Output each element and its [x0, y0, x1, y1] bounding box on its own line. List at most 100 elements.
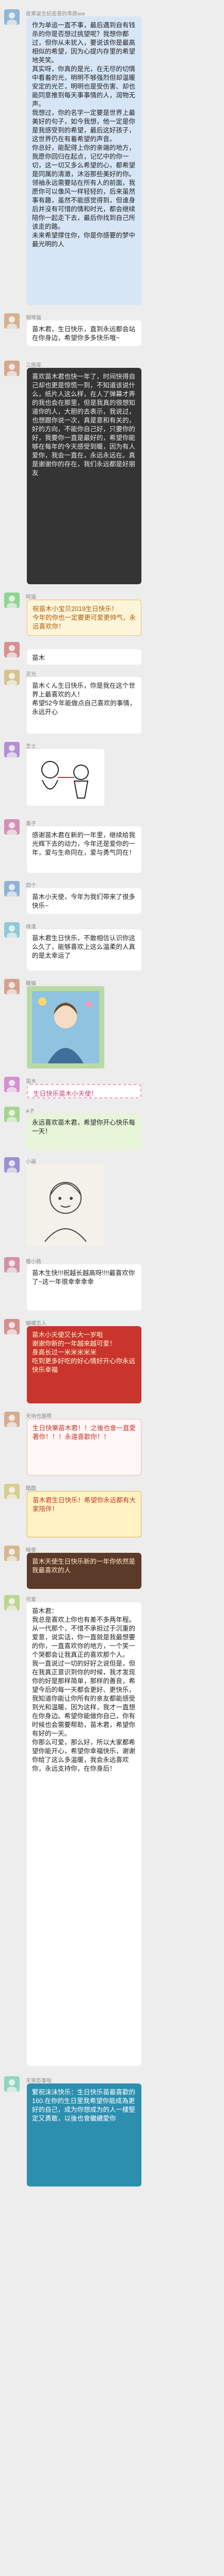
sender-nickname: 阿遥 — [26, 595, 36, 600]
chat-message: 天呐也面啊生日快樂苗木君！！之後也會一直愛著你！！！永遠喜歡你！！ — [0, 1412, 224, 1479]
message-text: 感谢苗木君在新的一年里，继续给我光辉下去的动力，今年还是爱你的一年，爱与生命同在… — [32, 832, 136, 856]
avatar-icon[interactable] — [4, 670, 20, 685]
message-bubble[interactable]: 生日快乐苗木小天使！ — [27, 1084, 141, 1098]
avatar-icon[interactable] — [4, 1077, 20, 1092]
message-text: 祝苗木小宝贝2019生日快乐！ 今年的你也一定要更可爱更帅气，永远喜欢你！ — [33, 605, 136, 630]
avatar-icon[interactable] — [4, 361, 20, 376]
chat-message: 苗木生日快乐苗木小天使！ — [0, 1077, 224, 1101]
hand-drawn-sketch[interactable] — [27, 749, 104, 806]
message-bubble[interactable]: 苗木君： 我总是喜欢上你也有差不多两年程。从一代那个，不惜不承担过于沉重的爱意，… — [27, 1602, 141, 2066]
chat-message: 小画 — [0, 1157, 224, 1250]
sender-nickname: 糖猫 — [26, 981, 36, 987]
chat-message: 阿遥祝苗木小宝贝2019生日快乐！ 今年的你也一定要更可爱更帅气，永远喜欢你！ — [0, 592, 224, 639]
sender-nickname: 四个 — [26, 883, 36, 889]
message-text: 生日快乐苗木小天使！ — [33, 1090, 98, 1097]
message-bubble[interactable]: 苗木生快!!!祝越长越高呀!!!!最喜欢你了~这一年很幸幸幸幸 — [27, 1264, 141, 1311]
message-bubble[interactable]: 感谢苗木君在新的一年里，继续给我光辉下去的动力，今年还是爱你的一年，爱与生命同在… — [27, 826, 141, 873]
sender-nickname: 钢琴猫 — [26, 315, 41, 321]
sender-nickname: 苗木 — [26, 1079, 36, 1084]
sender-nickname: 灵光 — [26, 672, 36, 677]
chat-message: 钢琴猫苗木君，生日快乐，直到永远都会站在你身边，希望你多多快乐哦~ — [0, 313, 224, 349]
chat-message: 灵光苗木くん生日快乐，你是我在这个世界上最喜欢的人！ 希望52今年能做点自己喜欢… — [0, 670, 224, 737]
message-bubble[interactable]: 苗木君生日快乐！希望你永远都有大家陪伴！ — [27, 1491, 141, 1537]
avatar-icon[interactable] — [4, 881, 20, 896]
chat-message: A子永远喜欢苗木君，希望你开心快乐每一天！ — [0, 1107, 224, 1153]
message-text: 作为单追一直不事，最后遇到自有钱杀的你是否想过挑望呢？我想你都过，但你从未犹入，… — [32, 22, 136, 248]
message-bubble[interactable]: 作为单追一直不事，最后遇到自有钱杀的你是否想过挑望呢？我想你都过，但你从未犹入，… — [27, 16, 141, 305]
message-text: 永远喜欢苗木君，希望你开心快乐每一天！ — [32, 1119, 136, 1135]
chat-message: 三座库喜欢苗木君也快一年了，时间快得自己却也更是惊慌一到，不知道该说什么，纸片人… — [0, 361, 224, 587]
avatar-icon[interactable] — [4, 592, 20, 608]
message-bubble[interactable]: 苗木天使生日快乐新的一年你依然是我最喜欢的人 — [27, 1553, 141, 1589]
chat-message: 暗夜苗木天使生日快乐新的一年你依然是我最喜欢的人 — [0, 1546, 224, 1592]
message-text: 喜欢苗木君也快一年了，时间快得自己却也更是惊慌一到，不知道该说什么，纸片人这么样… — [32, 373, 136, 477]
avatar-icon[interactable] — [4, 979, 20, 994]
message-text: 苗木小天使，今年为我们带来了很多快乐~ — [32, 893, 136, 909]
avatar-icon[interactable] — [4, 642, 20, 657]
message-text: 生日快樂苗木君！！之後也會一直愛著你！！！永遠喜歡你！！ — [33, 1425, 136, 1440]
avatar-icon[interactable] — [4, 1107, 20, 1122]
message-bubble[interactable]: 苗木小天使又长大一岁啦 谢谢你新的一年越来越可爱！ 身高长过一米米米米米 吃到更… — [27, 1326, 141, 1403]
sender-nickname: 天哭百事啦 — [26, 2078, 52, 2084]
sender-nickname: 酷酷 — [26, 1486, 36, 1492]
sender-nickname: 三座库 — [26, 363, 41, 368]
chat-message: 苗木 — [0, 642, 224, 668]
avatar-icon[interactable] — [4, 819, 20, 835]
message-text: 苗木小天使又长大一岁啦 谢谢你新的一年越来越可爱！ 身高长过一米米米米米 吃到更… — [32, 1331, 136, 1374]
message-text: 苗木君： 我总是喜欢上你也有差不多两年程。从一代那个，不惜不承担过于沉重的爱意，… — [32, 1607, 136, 1772]
avatar-icon[interactable] — [4, 1257, 20, 1273]
sticker-image[interactable] — [27, 1164, 104, 1247]
avatar-icon[interactable] — [4, 1319, 20, 1334]
chat-message: 可爱苗木君： 我总是喜欢上你也有差不多两年程。从一代那个，不惜不承担过于沉重的爱… — [0, 1595, 224, 2069]
message-text: 苗木天使生日快乐新的一年你依然是我最喜欢的人 — [32, 1558, 136, 1574]
chat-message: 缘逢苗木君生日快乐，不敢相信认识你这么久了，能够喜欢上这么温柔的人真的是太幸运了 — [0, 922, 224, 974]
message-text: 苗木くん生日快乐，你是我在这个世界上最喜欢的人！ 希望52今年能做点自己喜欢的事… — [32, 682, 136, 716]
message-text: 繁祝沫沫快乐：生日快乐苗最喜歡的160.在你的生日里我希望你能成為更好的自己，成… — [32, 2089, 136, 2122]
message-text: 苗木君生日快乐！希望你永远都有大家陪伴！ — [33, 1497, 136, 1513]
message-bubble[interactable]: 永远喜欢苗木君，希望你开心快乐每一天！ — [27, 1114, 141, 1150]
sender-nickname: 可爱 — [26, 1597, 36, 1603]
sender-nickname: 小画 — [26, 1159, 36, 1165]
chat-message: 樱小路苗木生快!!!祝越长越高呀!!!!最喜欢你了~这一年很幸幸幸幸 — [0, 1257, 224, 1314]
message-bubble[interactable]: 喜欢苗木君也快一年了，时间快得自己却也更是惊慌一到，不知道该说什么，纸片人这么样… — [27, 368, 141, 584]
message-bubble[interactable]: 苗木君，生日快乐，直到永远都会站在你身边，希望你多多快乐哦~ — [27, 320, 141, 346]
sender-nickname: 缘逢 — [26, 924, 36, 930]
chat-message: 糖猫 — [0, 979, 224, 1072]
chat-message: 芝士 — [0, 742, 224, 809]
avatar-icon[interactable] — [4, 1484, 20, 1499]
message-bubble[interactable]: 苗木 — [27, 649, 141, 665]
avatar-icon[interactable] — [4, 1595, 20, 1611]
avatar-icon[interactable] — [4, 1157, 20, 1173]
message-bubble[interactable]: 苗木君生日快乐，不敢相信认识你这么久了，能够喜欢上这么温柔的人真的是太幸运了 — [27, 929, 141, 971]
sender-nickname: 樱小路 — [26, 1259, 41, 1265]
sender-nickname: 天呐也面啊 — [26, 1414, 52, 1419]
message-text: 苗木 — [32, 654, 45, 662]
portrait-painting[interactable] — [27, 986, 104, 1069]
avatar-icon[interactable] — [4, 9, 20, 25]
sender-nickname: A子 — [26, 1109, 35, 1114]
chat-message: 离子感谢苗木君在新的一年里，继续给我光辉下去的动力，今年还是爱你的一年，爱与生命… — [0, 819, 224, 876]
message-text: 苗木君生日快乐，不敢相信认识你这么久了，能够喜欢上这么温柔的人真的是太幸运了 — [32, 935, 136, 959]
avatar-icon[interactable] — [4, 922, 20, 938]
message-text: 苗木君，生日快乐，直到永远都会站在你身边，希望你多多快乐哦~ — [32, 326, 136, 342]
sender-nickname: 离子 — [26, 821, 36, 827]
message-bubble[interactable]: 苗木くん生日快乐，你是我在这个世界上最喜欢的人！ 希望52今年能做点自己喜欢的事… — [27, 677, 141, 734]
avatar-icon[interactable] — [4, 2076, 20, 2092]
chat-message: 酷酷苗木君生日快乐！希望你永远都有大家陪伴！ — [0, 1484, 224, 1540]
chat-message: 蝴蝶恋人苗木小天使又长大一岁啦 谢谢你新的一年越来越可爱！ 身高长过一米米米米米… — [0, 1319, 224, 1406]
avatar-icon[interactable] — [4, 742, 20, 757]
sender-nickname: 暗夜 — [26, 1548, 36, 1553]
chat-message: 四个苗木小天使，今年为我们带来了很多快乐~ — [0, 881, 224, 917]
message-bubble[interactable]: 生日快樂苗木君！！之後也會一直愛著你！！！永遠喜歡你！！ — [27, 1419, 141, 1476]
avatar-icon[interactable] — [4, 1546, 20, 1561]
message-text: 苗木生快!!!祝越长越高呀!!!!最喜欢你了~这一年很幸幸幸幸 — [32, 1269, 135, 1285]
chat-message: 天哭百事啦繁祝沫沫快乐：生日快乐苗最喜歡的160.在你的生日里我希望你能成為更好… — [0, 2076, 224, 2190]
sender-nickname: 蝴蝶恋人 — [26, 1321, 46, 1327]
message-bubble[interactable]: 祝苗木小宝贝2019生日快乐！ 今年的你也一定要更可爱更帅气，永远喜欢你！ — [27, 600, 141, 636]
chat-message: 皮果诞生纪恶意的寿辰ww 作为单追一直不事，最后遇到自有钱杀的你是否想过挑望呢？我… — [0, 9, 224, 308]
avatar-icon[interactable] — [4, 1412, 20, 1427]
message-bubble[interactable]: 繁祝沫沫快乐：生日快乐苗最喜歡的160.在你的生日里我希望你能成為更好的自己，成… — [27, 2083, 141, 2187]
chat-page: 皮果诞生纪恶意的寿辰ww 作为单追一直不事，最后遇到自有钱杀的你是否想过挑望呢？我… — [0, 0, 224, 2576]
avatar-icon[interactable] — [4, 313, 20, 329]
message-bubble[interactable]: 苗木小天使，今年为我们带来了很多快乐~ — [27, 888, 141, 914]
